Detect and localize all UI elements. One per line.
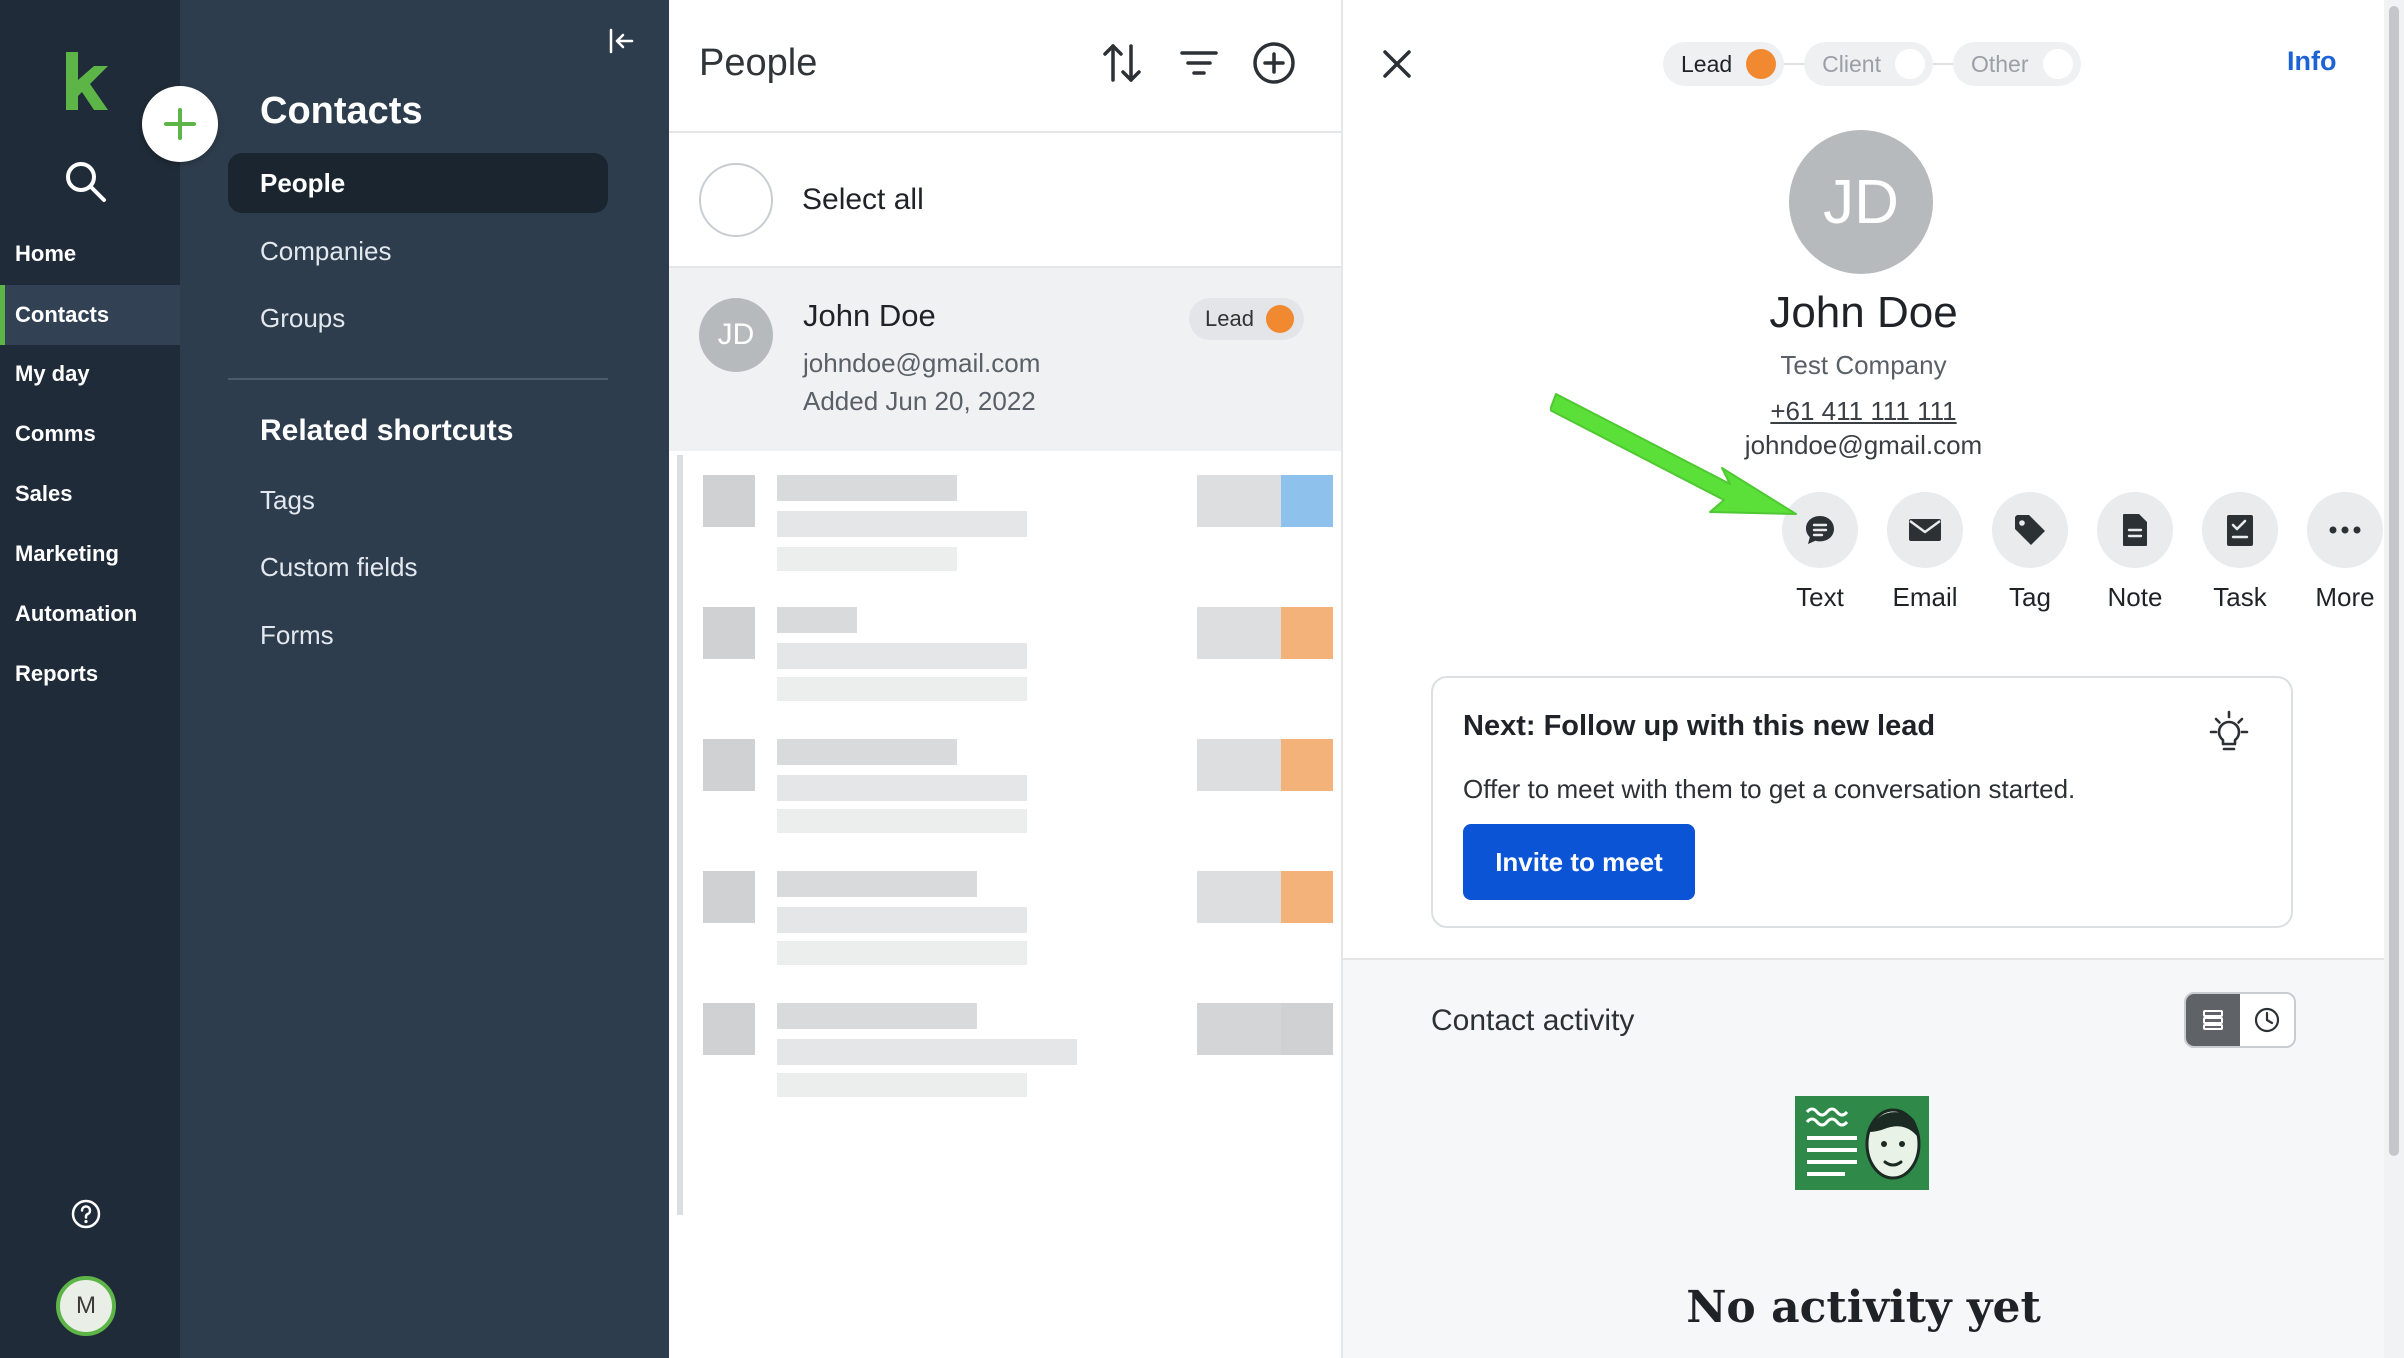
filter-icon[interactable]: [1176, 40, 1222, 86]
stage-dot-icon: [1265, 305, 1294, 333]
contact-activity-title: Contact activity: [1431, 1004, 1635, 1037]
contact-email: johndoe@gmail.com: [803, 348, 1041, 378]
stage-dot-icon: [1894, 49, 1925, 79]
page-scrollbar[interactable]: [2384, 0, 2404, 1358]
contact-phone-link[interactable]: +61 411 111 111: [1343, 396, 2384, 427]
list-header: People: [669, 0, 1343, 133]
sort-icon[interactable]: [1099, 40, 1145, 86]
contact-avatar-large: JD: [1789, 130, 1933, 274]
stage-dot-icon: [2042, 49, 2073, 79]
action-tag-button[interactable]: Tag: [1970, 492, 2090, 613]
contacts-sidebar: Contacts People Companies Groups Related…: [142, 0, 669, 1358]
list-view-icon: [2203, 1010, 2223, 1030]
annotation-arrow-icon: [1550, 393, 1797, 515]
sidebar-divider: [228, 378, 608, 380]
people-list: People Select all JD John Doe johndoe@gm…: [669, 0, 1343, 1358]
user-avatar[interactable]: M: [56, 1276, 116, 1336]
more-dots-icon: [2329, 526, 2361, 534]
main-nav-rail: Home Contacts My day Comms Sales Marketi…: [0, 0, 180, 1358]
nav-my-day[interactable]: My day: [0, 344, 180, 404]
contact-name: John Doe: [803, 298, 936, 333]
contact-added-date: Added Jun 20, 2022: [803, 386, 1036, 416]
nav-contacts[interactable]: Contacts: [0, 285, 180, 345]
collapse-sidebar-icon[interactable]: [604, 24, 638, 58]
plus-icon: [164, 108, 196, 140]
stage-other[interactable]: Other: [1952, 42, 2081, 86]
contact-card-illustration-icon: [1795, 1096, 1929, 1190]
nav-sales[interactable]: Sales: [0, 464, 180, 524]
related-shortcuts-heading: Related shortcuts: [260, 414, 514, 447]
contact-stage-badge: Lead: [1189, 298, 1304, 340]
nav-marketing[interactable]: Marketing: [0, 524, 180, 584]
scrollbar-thumb[interactable]: [2389, 6, 2399, 1156]
add-person-icon[interactable]: [1251, 40, 1297, 86]
contact-company: Test Company: [1780, 350, 1947, 380]
contact-detail-panel: Lead Client Other Info JD John Doe Test …: [1343, 0, 2384, 1358]
help-icon[interactable]: [70, 1198, 102, 1230]
sidebar-title: Contacts: [260, 90, 423, 132]
select-all-row[interactable]: Select all: [669, 133, 1343, 268]
stage-lead[interactable]: Lead: [1663, 42, 1785, 86]
contact-full-name: John Doe: [1769, 288, 1958, 337]
envelope-icon: [1909, 519, 1941, 541]
quick-add-button[interactable]: [142, 86, 218, 162]
activity-view-toggle: [2184, 992, 2296, 1048]
task-clipboard-icon: [2227, 515, 2253, 546]
contact-row-john-doe[interactable]: JD John Doe johndoe@gmail.com Added Jun …: [669, 268, 1341, 451]
contact-avatar: JD: [699, 298, 773, 372]
shortcut-forms[interactable]: Forms: [228, 605, 608, 665]
stage-client[interactable]: Client: [1804, 42, 1933, 86]
blurred-contact-list: [677, 455, 1337, 1215]
list-view-toggle[interactable]: [2186, 994, 2240, 1046]
next-step-card: Next: Follow up with this new lead Offer…: [1431, 676, 2293, 928]
timeline-view-toggle[interactable]: [2240, 994, 2294, 1046]
contact-email-link[interactable]: johndoe@gmail.com: [1343, 430, 2384, 461]
select-all-checkbox[interactable]: [699, 163, 773, 237]
note-document-icon: [2123, 514, 2147, 546]
select-all-label: Select all: [802, 183, 924, 216]
sidebar-item-companies[interactable]: Companies: [228, 221, 608, 281]
info-link[interactable]: Info: [2287, 46, 2336, 77]
invite-to-meet-button[interactable]: Invite to meet: [1463, 824, 1695, 900]
no-activity-message: No activity yet: [1686, 1282, 2041, 1333]
shortcut-tags[interactable]: Tags: [228, 470, 608, 530]
next-step-description: Offer to meet with them to get a convers…: [1463, 774, 2076, 804]
next-step-title: Next: Follow up with this new lead: [1463, 710, 1936, 742]
clock-icon: [2254, 1007, 2280, 1033]
shortcut-custom-fields[interactable]: Custom fields: [228, 537, 608, 597]
stage-dot-icon: [1746, 49, 1777, 79]
nav-reports[interactable]: Reports: [0, 644, 180, 704]
nav-home[interactable]: Home: [0, 224, 180, 284]
app-logo-icon[interactable]: [60, 50, 112, 112]
tag-icon: [2015, 515, 2045, 545]
sidebar-item-groups[interactable]: Groups: [228, 288, 608, 348]
search-icon[interactable]: [62, 158, 108, 204]
sidebar-item-people[interactable]: People: [228, 153, 608, 213]
contact-activity-section: Contact activity No activity yet: [1343, 958, 2384, 1358]
nav-comms[interactable]: Comms: [0, 404, 180, 464]
nav-automation[interactable]: Automation: [0, 584, 180, 644]
action-note-button[interactable]: Note: [2075, 492, 2195, 613]
close-icon[interactable]: [1377, 44, 1417, 84]
lightbulb-icon: [2209, 710, 2249, 751]
action-email-button[interactable]: Email: [1865, 492, 1985, 613]
action-task-button[interactable]: Task: [2180, 492, 2300, 613]
stage-selector: Lead Client Other: [1663, 42, 2081, 86]
list-heading: People: [699, 42, 818, 84]
